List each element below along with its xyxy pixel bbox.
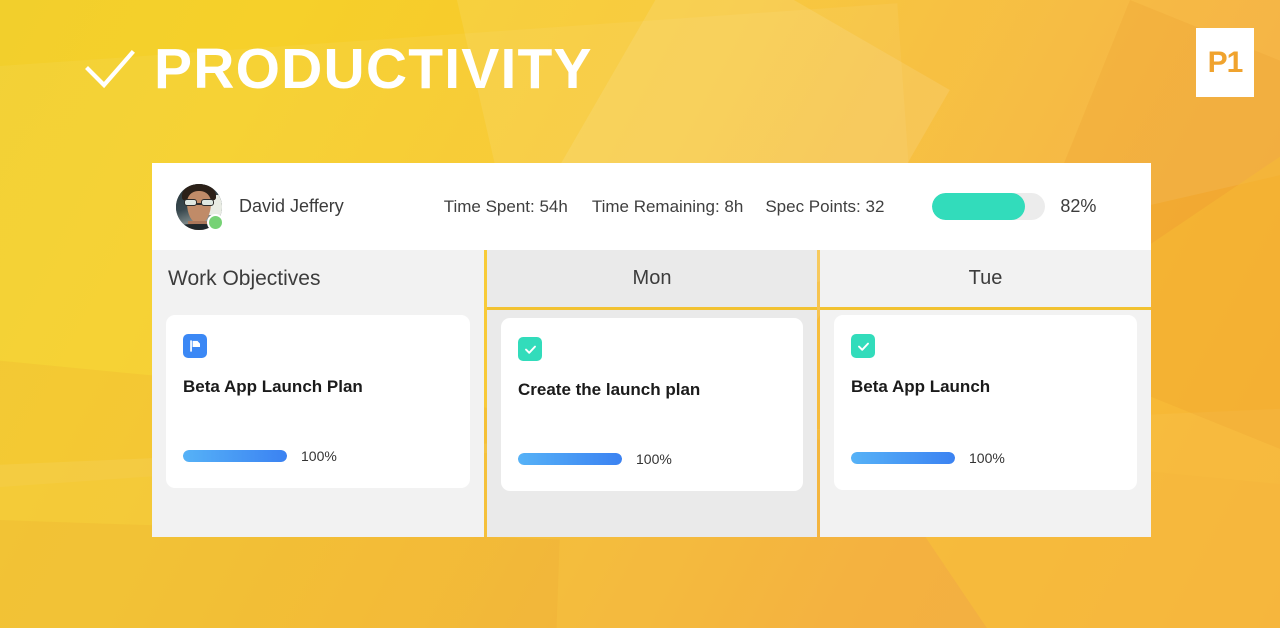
task-card[interactable]: Create the launch plan 100% xyxy=(501,318,803,491)
stat-spec-points: Spec Points: 32 xyxy=(765,197,884,217)
column-header-tue: Tue xyxy=(968,267,1003,289)
column-body-tue: Beta App Launch 100% xyxy=(820,310,1151,537)
task-progress-fill xyxy=(183,450,287,462)
page-header: PRODUCTIVITY xyxy=(0,26,1280,112)
online-status-dot xyxy=(207,213,224,231)
column-body-mon: Create the launch plan 100% xyxy=(487,310,817,537)
app-logo: P1 xyxy=(1196,28,1254,97)
overall-progress-bar xyxy=(932,193,1046,220)
task-progress-bar xyxy=(851,452,955,464)
logo-text: P1 xyxy=(1207,45,1244,79)
check-icon xyxy=(851,334,875,358)
stat-time-spent: Time Spent: 54h xyxy=(444,197,568,217)
flag-icon xyxy=(183,334,207,358)
task-progress-bar xyxy=(183,450,287,462)
stat-time-remaining-label: Time Remaining: 8h xyxy=(591,196,744,216)
poster-canvas: PRODUCTIVITY P1 David Jeffery Time Spent… xyxy=(0,0,1280,628)
productivity-board: David Jeffery Time Spent: 54h Time Remai… xyxy=(152,163,1151,537)
task-card-title: Beta App Launch Plan xyxy=(183,377,363,396)
column-work-objectives: Work Objectives Beta App Launch Plan 100… xyxy=(152,250,484,537)
task-card-progress: 100% xyxy=(851,450,1120,466)
user-summary-bar: David Jeffery Time Spent: 54h Time Remai… xyxy=(152,163,1151,250)
task-progress-label: 100% xyxy=(636,451,672,467)
task-card-progress: 100% xyxy=(518,451,786,467)
column-mon: Mon Create the launch plan 100% xyxy=(487,250,817,537)
overall-progress-label: 82% xyxy=(1060,196,1097,216)
task-card-title: Beta App Launch xyxy=(851,377,991,396)
check-icon xyxy=(518,337,542,361)
task-card-title: Create the launch plan xyxy=(518,380,701,399)
task-progress-fill xyxy=(851,452,955,464)
task-progress-label: 100% xyxy=(301,448,337,464)
task-card[interactable]: Beta App Launch Plan 100% xyxy=(166,315,470,488)
overall-progress-fill xyxy=(932,193,1026,220)
stat-time-remaining: Time Remaining: 8h xyxy=(592,197,744,217)
column-header-mon: Mon xyxy=(632,267,672,289)
avatar[interactable] xyxy=(176,183,224,231)
task-card[interactable]: Beta App Launch 100% xyxy=(834,315,1137,490)
stat-spec-points-label: Spec Points: 32 xyxy=(765,196,885,216)
column-tue: Tue Beta App Launch 100% xyxy=(820,250,1151,537)
column-header-work-objectives: Work Objectives xyxy=(168,266,321,290)
user-name: David Jeffery xyxy=(239,196,344,216)
task-progress-bar xyxy=(518,453,622,465)
task-progress-fill xyxy=(518,453,622,465)
task-card-progress: 100% xyxy=(183,448,453,464)
task-progress-label: 100% xyxy=(969,450,1005,466)
check-icon xyxy=(85,50,135,89)
board-columns: Work Objectives Beta App Launch Plan 100… xyxy=(152,250,1151,537)
page-title: PRODUCTIVITY xyxy=(154,36,593,101)
stat-time-spent-label: Time Spent: 54h xyxy=(443,196,568,216)
column-body-work-objectives: Beta App Launch Plan 100% xyxy=(152,307,484,537)
